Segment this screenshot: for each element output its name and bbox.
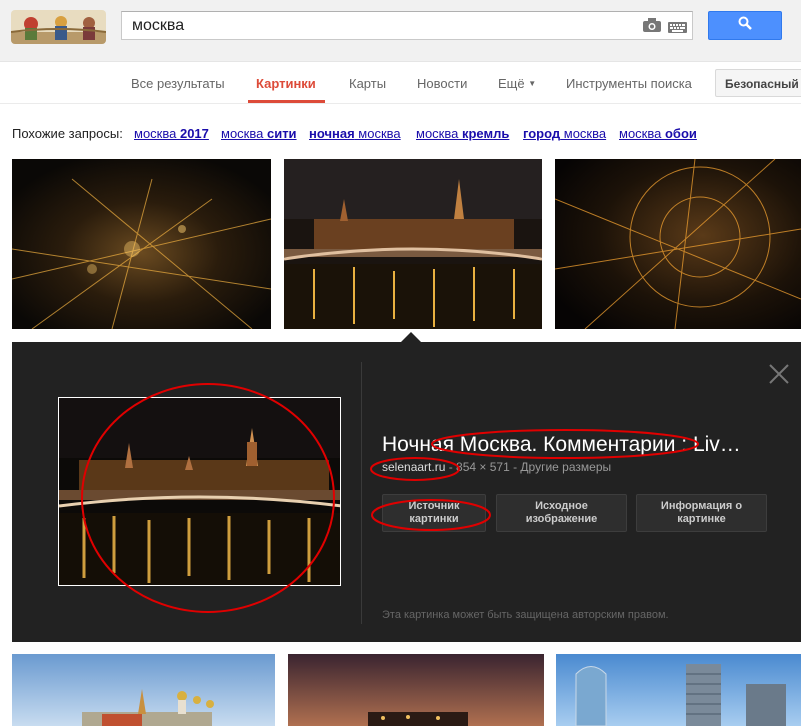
button-label-line: картинке <box>677 513 726 525</box>
image-result-thumbnail[interactable] <box>555 159 801 329</box>
search-input[interactable]: москва <box>121 11 693 40</box>
preview-image[interactable] <box>58 397 341 586</box>
related-link[interactable]: москва 2017 <box>134 126 209 141</box>
tab-more[interactable]: Ещё ▼ <box>498 76 536 91</box>
related-link-bold: обои <box>664 126 697 141</box>
related-link-plain: москва <box>354 126 401 141</box>
related-link-plain: москва <box>221 126 267 141</box>
related-link-bold: сити <box>266 126 297 141</box>
image-dimensions: - 854 × 571 - Другие размеры <box>445 460 612 474</box>
search-icon <box>738 16 752 35</box>
related-link-bold: 2017 <box>179 126 209 141</box>
image-result-thumbnail[interactable] <box>556 654 801 726</box>
image-result-thumbnail[interactable] <box>288 654 544 726</box>
related-link-plain: москва <box>619 126 665 141</box>
related-link-plain: москва <box>134 126 180 141</box>
button-label-line: Исходное <box>535 500 588 512</box>
panel-pointer <box>401 332 421 342</box>
copyright-notice: Эта картинка может быть защищена авторск… <box>382 609 669 621</box>
image-result-thumbnail[interactable] <box>284 159 542 329</box>
related-link[interactable]: москва кремль <box>416 126 509 141</box>
button-label-line: картинки <box>409 513 459 525</box>
related-link[interactable]: москва сити <box>221 126 297 141</box>
button-label-line: Источник <box>408 500 460 512</box>
camera-icon[interactable] <box>643 18 661 32</box>
related-link[interactable]: ночная москва <box>309 126 401 141</box>
caret-down-icon: ▼ <box>528 79 537 88</box>
button-label-line: изображение <box>525 513 598 525</box>
header: москва <box>0 0 801 62</box>
view-original-button[interactable]: Исходное изображение <box>496 494 627 532</box>
image-info-button[interactable]: Информация о картинке <box>636 494 767 532</box>
related-link-bold: город <box>523 126 561 141</box>
panel-divider <box>361 362 362 624</box>
related-link-bold: кремль <box>461 126 510 141</box>
related-link-plain: москва <box>416 126 462 141</box>
keyboard-icon[interactable] <box>668 20 687 33</box>
search-button[interactable] <box>708 11 782 40</box>
visit-source-button[interactable]: Источник картинки <box>382 494 486 532</box>
button-label-line: Информация о <box>660 500 743 512</box>
related-link-plain: москва <box>560 126 607 141</box>
preview-title[interactable]: Ночная Москва. Комментарии : Liv… <box>382 433 782 457</box>
tab-all-results[interactable]: Все результаты <box>131 76 225 91</box>
search-tools[interactable]: Инструменты поиска <box>566 76 692 91</box>
preview-meta: selenaart.ru - 854 × 571 - Другие размер… <box>382 460 611 474</box>
related-link[interactable]: город москва <box>523 126 606 141</box>
related-link-bold: ночная <box>309 126 355 141</box>
google-doodle-logo[interactable] <box>11 10 106 44</box>
image-result-thumbnail[interactable] <box>12 159 271 329</box>
search-query-text: москва <box>132 17 185 34</box>
related-link[interactable]: москва обои <box>619 126 697 141</box>
search-nav: Все результаты Картинки Карты Новости Ещ… <box>0 63 801 104</box>
tab-maps[interactable]: Карты <box>349 76 386 91</box>
close-icon[interactable] <box>768 363 790 385</box>
tab-more-label: Ещё <box>498 76 525 91</box>
active-tab-underline <box>248 100 325 103</box>
source-site-link[interactable]: selenaart.ru <box>382 460 445 474</box>
tab-news[interactable]: Новости <box>417 76 467 91</box>
related-searches-label: Похожие запросы: <box>12 126 123 141</box>
image-result-thumbnail[interactable] <box>12 654 275 726</box>
safe-search-button[interactable]: Безопасный поиск <box>715 69 801 97</box>
tab-images[interactable]: Картинки <box>256 76 316 91</box>
